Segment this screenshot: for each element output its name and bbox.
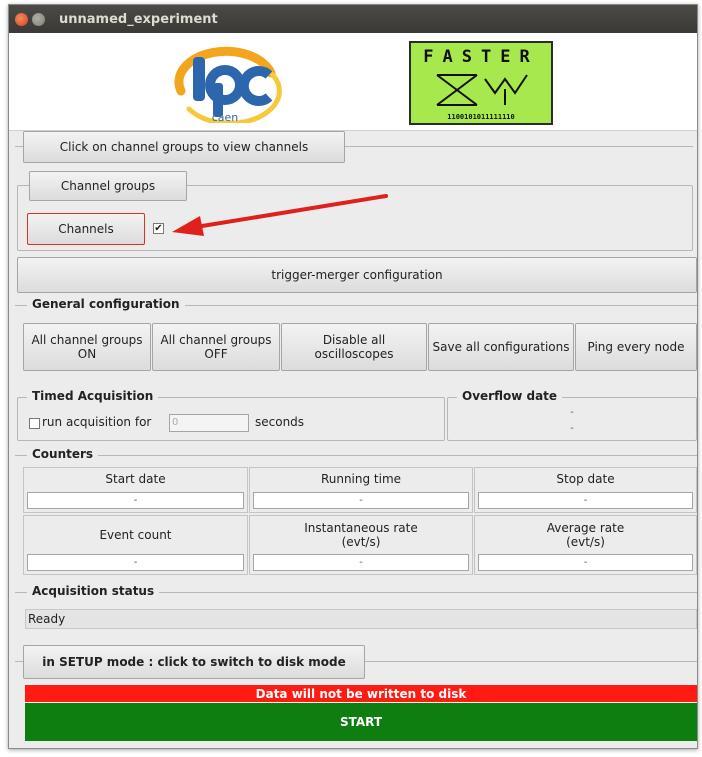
faster-logo-bits: 1100101011111110 <box>447 113 515 121</box>
all-channel-groups-on-button[interactable]: All channel groups ON <box>23 323 151 371</box>
running-time-value: - <box>253 492 469 509</box>
channels-button[interactable]: Channels <box>27 213 145 245</box>
start-button[interactable]: START <box>25 703 697 741</box>
average-rate-label: Average rate (evt/s) <box>546 520 625 549</box>
app-window: unnamed_experiment caen FASTER 110010101… <box>8 4 698 749</box>
general-configuration-label: General configuration <box>27 297 185 311</box>
overflow-date-value-1: - <box>570 407 574 418</box>
instantaneous-rate-value: - <box>253 554 469 571</box>
channels-checkbox[interactable]: ✔ <box>153 223 164 234</box>
overflow-date-label: Overflow date <box>457 389 563 403</box>
save-all-configurations-button[interactable]: Save all configurations <box>428 323 574 371</box>
all-channel-groups-off-button[interactable]: All channel groups OFF <box>152 323 280 371</box>
acquisition-seconds-input[interactable]: 0 <box>169 414 249 432</box>
stop-date-value: - <box>478 492 693 509</box>
running-time-label: Running time <box>320 471 402 486</box>
window-title: unnamed_experiment <box>59 11 218 27</box>
trigger-merger-configuration-button[interactable]: trigger-merger configuration <box>17 257 697 293</box>
close-window-button[interactable] <box>15 12 28 26</box>
disable-all-oscilloscopes-button[interactable]: Disable all oscilloscopes <box>281 323 427 371</box>
seconds-unit-label: seconds <box>255 415 305 429</box>
timed-acquisition-label: Timed Acquisition <box>27 389 159 403</box>
lpc-caen-logo: caen <box>174 46 282 123</box>
acquisition-status-value: Ready <box>25 609 697 629</box>
run-acquisition-checkbox[interactable] <box>29 418 40 429</box>
channel-groups-button[interactable]: Channel groups <box>29 171 187 201</box>
instantaneous-rate-label: Instantaneous rate (evt/s) <box>304 520 418 549</box>
start-date-value: - <box>27 492 244 509</box>
faster-symbol-icon <box>436 74 528 106</box>
title-bar: unnamed_experiment <box>9 5 697 33</box>
average-rate-value: - <box>478 554 693 571</box>
faster-logo: FASTER 1100101011111110 <box>409 41 553 125</box>
stop-date-label: Stop date <box>556 471 615 486</box>
disk-warning-banner: Data will not be written to disk <box>25 685 697 702</box>
faster-logo-text: FASTER <box>423 47 539 67</box>
counters-label: Counters <box>27 447 99 461</box>
ping-every-node-button[interactable]: Ping every node <box>575 323 697 371</box>
channel-groups-hint-button[interactable]: Click on channel groups to view channels <box>23 131 345 163</box>
event-count-value: - <box>27 554 244 571</box>
switch-to-disk-mode-button[interactable]: in SETUP mode : click to switch to disk … <box>23 645 365 679</box>
start-date-label: Start date <box>105 471 166 486</box>
minimize-window-button[interactable] <box>32 12 45 26</box>
logo-banner: caen FASTER 1100101011111110 <box>9 33 697 131</box>
overflow-date-value-2: - <box>570 423 574 434</box>
separator <box>15 455 697 456</box>
overflow-date-frame <box>447 397 697 441</box>
caen-logo-text: caen <box>212 111 239 123</box>
run-acquisition-label: run acquisition for <box>42 415 152 429</box>
event-count-label: Event count <box>99 527 172 542</box>
acquisition-status-label: Acquisition status <box>27 584 160 598</box>
